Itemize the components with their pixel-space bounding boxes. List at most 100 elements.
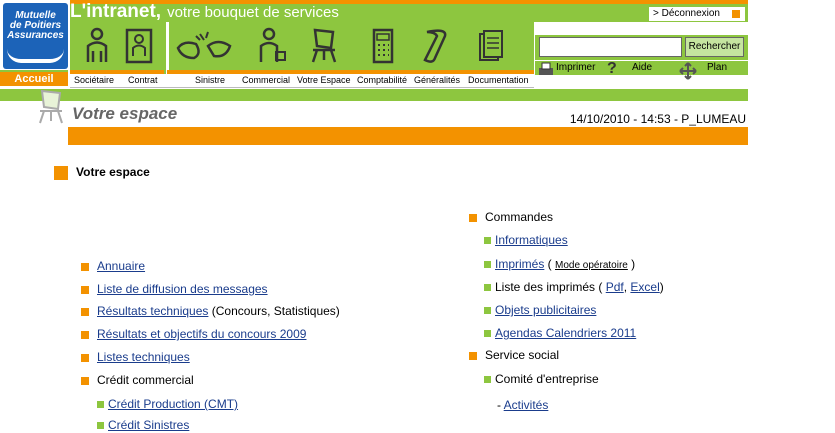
nav-sinistre[interactable]: Sinistre [195, 74, 225, 87]
list-item: Objets publicitaires [484, 302, 596, 318]
list-item: Résultats techniques (Concours, Statisti… [81, 303, 340, 319]
list-item: Listes techniques [81, 349, 190, 365]
list-item: Informatiques [484, 232, 568, 248]
calculator-icon[interactable] [366, 26, 400, 66]
deconnexion-square-icon [732, 10, 740, 18]
list-item: Comité d'entreprise [484, 371, 599, 387]
section-square-icon [54, 165, 68, 180]
help-link[interactable]: Aide [632, 61, 652, 75]
search-input[interactable] [539, 37, 682, 57]
page-title: Votre espace [72, 104, 178, 123]
plan-link[interactable]: Plan [707, 61, 727, 75]
green-bullet-icon [484, 261, 491, 269]
orange-bullet-icon [81, 307, 89, 316]
list-item: Résultats et objectifs du concours 2009 [81, 326, 306, 342]
list-item: Imprimés ( Mode opératoire ) [484, 256, 635, 274]
green-bullet-icon [97, 422, 104, 430]
nav-commercial[interactable]: Commercial [242, 74, 290, 87]
nav-votre-espace[interactable]: Votre Espace [297, 74, 351, 87]
list-item: Agendas Calendriers 2011 [484, 325, 636, 341]
contract-icon[interactable] [122, 26, 156, 66]
green-bullet-icon [97, 401, 104, 409]
orange-bullet-icon [81, 353, 89, 362]
title-orange-band [68, 127, 748, 145]
nav-generalites[interactable]: Généralités [414, 74, 460, 87]
list-item: Liste des imprimés ( Pdf, Excel) [484, 279, 664, 295]
list-item: Crédit Sinistres [97, 417, 189, 433]
orange-bullet-icon [81, 330, 89, 339]
green-bullet-icon [484, 376, 491, 384]
list-item: Service social [469, 347, 559, 363]
brand-name: L'intranet, [70, 1, 162, 22]
salesman-icon[interactable] [254, 26, 288, 66]
orange-bullet-icon [469, 213, 477, 222]
brand-title: L'intranet, votre bouquet de services [70, 0, 339, 22]
close-paren: ) [659, 280, 664, 294]
list-item: Crédit Production (CMT) [97, 396, 238, 412]
excel-link[interactable]: Excel [630, 280, 659, 294]
printer-icon[interactable] [537, 62, 555, 78]
help-icon[interactable]: ? [607, 60, 617, 78]
list-item: - Activités [497, 397, 548, 413]
service-social-label: Service social [485, 348, 560, 362]
brand-tagline: votre bouquet de services [167, 4, 339, 21]
green-bullet-icon [484, 284, 491, 292]
imprimes-link[interactable]: Imprimés [495, 257, 544, 271]
orange-bullet-icon [81, 262, 89, 271]
nav-documentation[interactable]: Documentation [468, 74, 529, 87]
search-button[interactable]: Rechercher [685, 37, 744, 57]
concours-link[interactable]: Résultats et objectifs du concours 2009 [97, 327, 306, 341]
objets-publicitaires-link[interactable]: Objets publicitaires [495, 303, 596, 317]
logo-swoosh [7, 49, 64, 63]
informatiques-link[interactable]: Informatiques [495, 233, 568, 247]
credit-sinistres-link[interactable]: Crédit Sinistres [108, 418, 189, 432]
annuaire-link[interactable]: Annuaire [97, 259, 145, 273]
comite-label: Comité d'entreprise [495, 372, 599, 386]
accueil-button[interactable]: Accueil [0, 72, 68, 86]
green-bullet-icon [484, 330, 491, 338]
plan-icon[interactable] [679, 62, 697, 80]
pdf-link[interactable]: Pdf [606, 280, 624, 294]
imprimes-close: ) [627, 257, 636, 271]
list-item: Annuaire [81, 258, 145, 274]
imprimes-open: ( [544, 257, 556, 271]
nav-comptabilite[interactable]: Comptabilité [357, 74, 407, 87]
orange-bullet-icon [81, 376, 89, 385]
list-item: Crédit commercial [81, 372, 194, 388]
chair-icon [39, 89, 63, 124]
section-title: Votre espace [54, 165, 150, 180]
credit-production-link[interactable]: Crédit Production (CMT) [108, 397, 238, 411]
section-title-text: Votre espace [76, 165, 150, 179]
nav-societaire[interactable]: Sociétaire [74, 74, 114, 87]
mode-operatoire-link[interactable]: Mode opératoire [555, 260, 628, 271]
credit-commercial-label: Crédit commercial [97, 373, 194, 387]
resultats-suffix: (Concours, Statistiques) [208, 304, 340, 318]
agendas-link[interactable]: Agendas Calendriers 2011 [495, 326, 636, 340]
list-item: Commandes [469, 209, 553, 225]
resultats-techniques-link[interactable]: Résultats techniques [97, 304, 208, 318]
mpa-logo[interactable]: Mutuelle de Poitiers Assurances [3, 3, 68, 69]
chair-icon[interactable] [307, 26, 341, 66]
commandes-label: Commandes [485, 210, 554, 224]
diffusion-link[interactable]: Liste de diffusion des messages [97, 282, 268, 296]
green-bullet-icon [484, 237, 491, 245]
green-bullet-icon [484, 307, 491, 315]
deconnexion-label: > Déconnexion [653, 8, 720, 19]
nav-contrat[interactable]: Contrat [128, 74, 158, 87]
dash-prefix: - [497, 398, 504, 412]
print-link[interactable]: Imprimer [556, 61, 595, 75]
orange-bullet-icon [81, 285, 89, 294]
logo-line-3: Assurances [7, 30, 64, 41]
listes-techniques-link[interactable]: Listes techniques [97, 350, 190, 364]
scroll-icon[interactable] [419, 26, 453, 66]
orange-bullet-icon [469, 351, 477, 360]
accident-icon[interactable] [174, 26, 234, 66]
activites-link[interactable]: Activités [504, 398, 549, 412]
person-icon[interactable] [80, 26, 114, 66]
documents-icon[interactable] [474, 26, 508, 66]
list-item: Liste de diffusion des messages [81, 281, 268, 297]
date-user-stamp: 14/10/2010 - 14:53 - P_LUMEAU [569, 112, 746, 126]
title-green-band [0, 89, 748, 101]
liste-imprimes-label: Liste des imprimés ( [495, 280, 603, 294]
deconnexion-link[interactable]: > Déconnexion [649, 7, 745, 21]
